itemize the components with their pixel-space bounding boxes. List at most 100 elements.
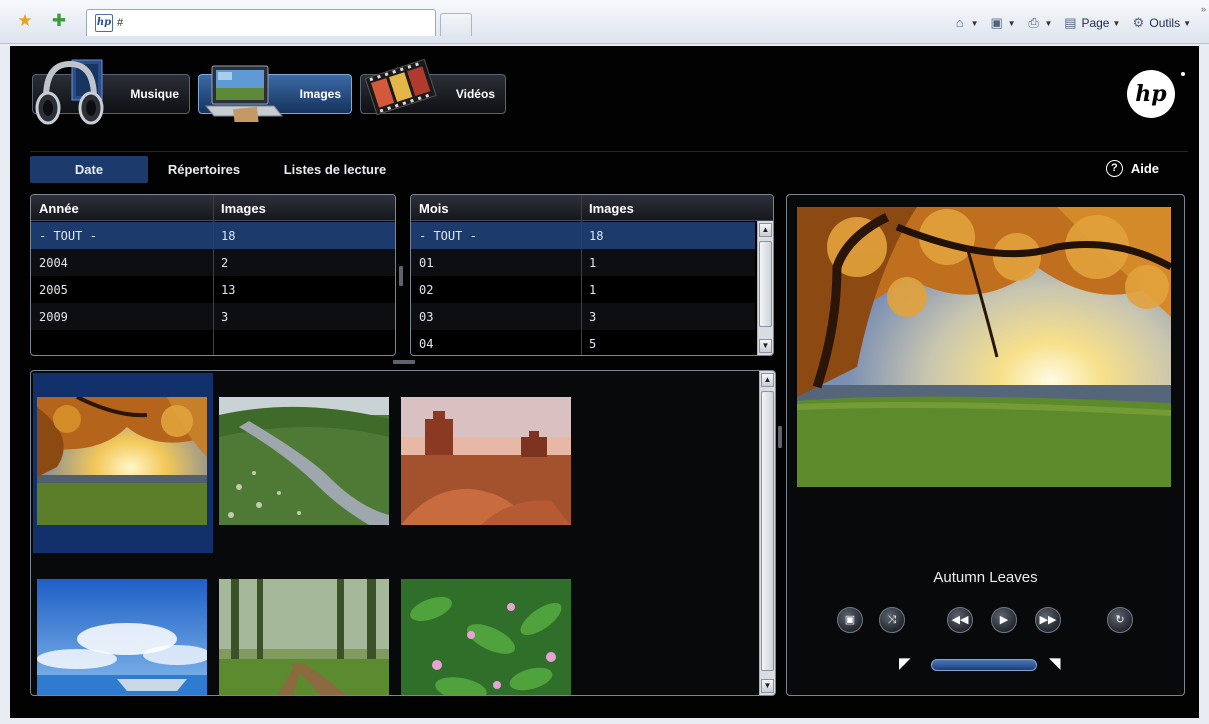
month-cell: 03 [419,310,434,324]
page-menu-label: Page [1081,16,1110,30]
help-button[interactable]: ? Aide [1105,160,1159,177]
print-button[interactable]: ⎙ ▼ [1026,15,1053,31]
media-app: Musique Images Vidéos hp Date Répertoire… [10,46,1199,718]
table-row[interactable]: - TOUT - 18 [411,222,755,249]
year-cell: 2009 [39,310,68,324]
subnav-folders[interactable]: Répertoires [152,156,256,183]
tab-videos-label: Vidéos [455,87,495,101]
previous-icon[interactable]: ◀◀ [947,607,973,633]
count-cell: 3 [589,310,597,324]
browser-tab-active[interactable]: hp # [86,9,436,36]
home-icon: ⌂ [955,15,964,30]
tab-images-label: Images [299,87,341,101]
count-cell: 3 [221,310,229,324]
new-tab-button[interactable] [440,13,472,36]
laptop-icon [204,65,284,122]
vertical-splitter-handle[interactable] [778,426,782,448]
column-header-month[interactable]: Mois [419,201,449,216]
thumbnail-blue-sky-lake[interactable] [37,579,207,696]
preview-image [797,207,1171,487]
count-cell: 1 [589,256,597,270]
tools-menu[interactable]: ⚙ Outils ▼ [1130,15,1191,31]
column-divider [213,195,214,355]
preview-title: Autumn Leaves [933,569,1038,586]
chevron-down-icon: ▼ [1112,18,1121,28]
slideshow-window-icon[interactable]: ▣ [837,607,863,633]
help-label: Aide [1130,161,1159,176]
table-row[interactable]: 02 1 [411,276,755,303]
table-row[interactable]: 01 1 [411,249,755,276]
table-row[interactable]: 03 3 [411,303,755,330]
column-header-images[interactable]: Images [221,201,266,216]
hp-logo-mark [1181,72,1185,76]
count-cell: 13 [221,283,236,297]
help-icon: ? [1105,160,1123,177]
thumbnail-grid: ▲ ▼ [30,370,776,696]
scroll-up-arrow-icon[interactable]: ▲ [759,223,772,237]
chevron-down-icon: ▼ [1044,18,1053,28]
thumbnail-desert-butte[interactable] [401,397,571,525]
scroll-down-arrow-icon[interactable]: ▼ [759,339,772,353]
slow-speed-turtle-icon: ◤ [899,655,911,672]
year-cell: 2004 [39,256,68,270]
gear-icon: ⚙ [1132,15,1145,30]
page-menu[interactable]: ▤ Page ▼ [1062,15,1120,31]
scroll-up-arrow-icon[interactable]: ▲ [761,373,774,387]
column-divider [581,195,582,355]
month-cell: 04 [419,337,434,351]
month-cell: 01 [419,256,434,270]
scroll-thumb[interactable] [759,241,772,327]
chevron-down-icon: ▼ [1007,18,1016,28]
repeat-icon[interactable]: ↻ [1107,607,1133,633]
thumbnail-river-meadow[interactable] [219,397,389,525]
favorites-star-icon[interactable]: ★ [14,10,36,32]
browser-tab-title: # [117,17,124,29]
hp-logo: hp [1127,70,1175,118]
add-favorites-icon[interactable]: ✚ [48,10,70,32]
feeds-button[interactable]: ▣ ▼ [989,15,1016,31]
thumbnail-green-flowers[interactable] [401,579,571,696]
page-icon: ▤ [1064,15,1077,30]
home-button[interactable]: ⌂ ▼ [952,15,979,31]
command-bar: ⌂ ▼ ▣ ▼ ⎙ ▼ ▤ Page ▼ ⚙ Outils ▼ [952,13,1191,33]
thumbnail-forest-path[interactable] [219,579,389,696]
slideshow-speed-slider[interactable] [931,659,1037,671]
count-cell: 18 [589,229,604,243]
film-strip-icon [364,58,437,116]
preview-panel: Autumn Leaves ▣ ⤨ ◀◀ ▶ ▶▶ ↻ ◤ ◥ [786,194,1185,696]
fast-speed-rabbit-icon: ◥ [1049,655,1061,672]
next-icon[interactable]: ▶▶ [1035,607,1061,633]
chevron-down-icon: ▼ [1183,18,1191,28]
table-splitter-handle[interactable] [399,266,403,286]
months-scrollbar[interactable]: ▲ ▼ [757,221,773,355]
thumbnail-autumn-leaves[interactable] [37,397,207,525]
count-cell: 1 [589,283,597,297]
thumbnail-scrollbar[interactable]: ▲ ▼ [759,371,775,695]
horizontal-splitter-handle[interactable] [393,360,415,364]
tab-music-label: Musique [130,87,179,101]
scroll-down-arrow-icon[interactable]: ▼ [761,679,774,693]
count-cell: 2 [221,256,229,270]
years-table: Année Images - TOUT - 18 2004 2 2005 13 … [30,194,396,356]
header-divider [30,151,1188,152]
browser-toolbar: ★ ✚ hp # ⌂ ▼ ▣ ▼ ⎙ ▼ ▤ Page ▼ ⚙ Outils ▼ » [0,0,1209,44]
shuffle-icon[interactable]: ⤨ [879,607,905,633]
print-icon: ⎙ [1028,15,1039,30]
feeds-icon: ▣ [990,15,1003,30]
more-chevron-icon[interactable]: » [1201,4,1206,14]
column-header-year[interactable]: Année [39,201,79,216]
scroll-thumb[interactable] [761,391,774,671]
chevron-down-icon: ▼ [970,18,979,28]
count-cell: 5 [589,337,597,351]
play-icon[interactable]: ▶ [991,607,1017,633]
table-row[interactable]: 04 5 [411,330,755,355]
hp-favicon-icon: hp [95,14,113,32]
headphones-icon [35,59,104,125]
count-cell: 18 [221,229,236,243]
column-header-images[interactable]: Images [589,201,634,216]
year-cell: - TOUT - [39,229,97,243]
subnav-playlists[interactable]: Listes de lecture [264,156,406,183]
months-table: Mois Images - TOUT - 18 01 1 02 1 03 3 0… [410,194,774,356]
month-cell: - TOUT - [419,229,477,243]
subnav-date[interactable]: Date [30,156,148,183]
